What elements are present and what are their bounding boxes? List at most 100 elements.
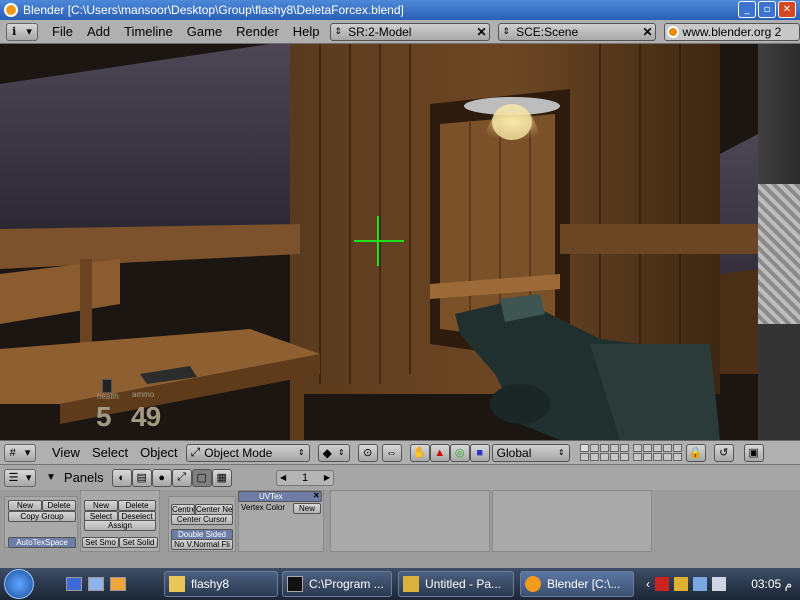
close-button[interactable]: ✕	[778, 1, 796, 18]
menu-game[interactable]: Game	[187, 24, 222, 39]
scene-selector[interactable]: ⇕ SCE:Scene ✕	[497, 22, 656, 41]
action-center-icon[interactable]	[674, 577, 688, 591]
object-tab[interactable]: ⤢	[171, 468, 192, 487]
uvtex-tab[interactable]: UVTex	[238, 491, 322, 502]
new-material-button[interactable]: New	[8, 500, 42, 511]
new-vertex-color-button[interactable]: New	[293, 503, 321, 514]
shading-icon: ●	[158, 471, 165, 484]
window-controls: _ ▫ ✕	[738, 1, 796, 18]
set-solid-button[interactable]: Set Solid	[119, 537, 158, 548]
network-icon[interactable]	[693, 577, 707, 591]
manipulator-toggle[interactable]: ✋	[409, 443, 430, 462]
3d-viewport[interactable]: health ammo 5 49	[0, 44, 758, 440]
set-smooth-button[interactable]: Set Smo	[82, 537, 119, 548]
delete-vgroup-button[interactable]: Delete	[118, 500, 156, 511]
pivot-button[interactable]: ⊙	[357, 443, 378, 462]
buttons-editor-type[interactable]: ☰ ▾	[4, 468, 36, 487]
delete-material-button[interactable]: Delete	[42, 500, 76, 511]
orientation-selector[interactable]: Global ⇕	[491, 443, 570, 462]
shading-tab[interactable]: ●	[151, 468, 172, 487]
task-paint[interactable]: Untitled - Pa...	[398, 571, 514, 597]
task-flashy8[interactable]: flashy8	[164, 571, 278, 597]
menu-render[interactable]: Render	[236, 24, 279, 39]
copy-group-button[interactable]: Copy Group	[8, 511, 76, 522]
vertex-color-label: Vertex Color	[241, 503, 286, 512]
translate-manipulator[interactable]: ▲	[429, 443, 450, 462]
increment-arrow-icon[interactable]: ▶	[324, 471, 330, 485]
scene-tab[interactable]: ▦	[211, 468, 232, 487]
screen-name[interactable]: SR:2-Model	[348, 25, 411, 39]
rotate-manipulator[interactable]: ◎	[449, 443, 470, 462]
show-desktop-icon[interactable]	[66, 577, 82, 591]
task-label: Blender [C:\...	[547, 577, 621, 591]
task-command-prompt[interactable]: C:\Program ...	[282, 571, 392, 597]
uvtex-close-icon[interactable]: ✕	[313, 491, 320, 500]
menu-object[interactable]: Object	[140, 445, 178, 460]
draw-type-selector[interactable]: ◆ ⇕	[317, 443, 350, 462]
menu-view[interactable]: View	[52, 445, 80, 460]
volume-icon[interactable]	[712, 577, 726, 591]
lock-button[interactable]: 🔒	[685, 443, 706, 462]
menu-help[interactable]: Help	[293, 24, 320, 39]
switch-windows-icon[interactable]	[88, 577, 104, 591]
orientation-label[interactable]: Global	[497, 446, 532, 460]
side-editor-type[interactable]: ▣	[743, 443, 764, 462]
snap-button[interactable]: ⇔	[381, 443, 402, 462]
crosshair-horizontal	[354, 240, 404, 242]
show-hidden-icons[interactable]: ‹	[646, 577, 650, 591]
blender-app-icon	[4, 3, 18, 17]
layer-buttons-a[interactable]	[579, 444, 629, 461]
object-icon: ⤢	[177, 471, 187, 483]
screen-browse-icon[interactable]: ⇕	[335, 26, 343, 37]
screen-selector[interactable]: ⇕ SR:2-Model ✕	[329, 22, 490, 41]
frame-number[interactable]: 1	[302, 472, 308, 484]
assign-button[interactable]: Assign	[84, 520, 156, 531]
layer-buttons-b[interactable]	[632, 444, 682, 461]
health-label: health	[97, 392, 119, 401]
center-cursor-button[interactable]: Center Cursor	[171, 514, 233, 525]
scene-delete-icon[interactable]: ✕	[641, 25, 655, 39]
side-viewport[interactable]	[758, 44, 800, 440]
no-v-normal-flip-toggle[interactable]: No V.Normal Fli	[171, 539, 233, 550]
security-icon[interactable]	[655, 577, 669, 591]
buttons-window-icon: ☰	[8, 472, 19, 484]
task-label: Untitled - Pa...	[425, 577, 502, 591]
script-tab[interactable]: ▤	[131, 468, 152, 487]
panels-menu[interactable]: Panels	[64, 470, 104, 485]
scale-manipulator[interactable]: ■	[469, 443, 490, 462]
view3d-editor-type[interactable]: # ▾	[4, 443, 36, 462]
menu-add[interactable]: Add	[87, 24, 110, 39]
decrement-arrow-icon[interactable]: ◀	[280, 471, 286, 485]
ring-icon: ◎	[454, 447, 465, 459]
blender-window: Blender [C:\Users\mansoor\Desktop\Group\…	[0, 0, 800, 600]
blender-url: www.blender.org 2	[663, 22, 800, 41]
menu-file[interactable]: File	[52, 24, 73, 39]
scene-name[interactable]: SCE:Scene	[516, 25, 578, 39]
frame-number-field[interactable]: ◀ 1 ▶	[276, 470, 334, 486]
editing-tab[interactable]: ▢	[191, 468, 212, 487]
mode-selector[interactable]: ⤢ Object Mode ⇕	[185, 443, 310, 462]
menu-select[interactable]: Select	[92, 445, 128, 460]
panels-collapse-icon[interactable]: ▼	[46, 472, 56, 483]
autotexspace-toggle[interactable]: AutoTexSpace	[8, 537, 76, 548]
grid-icon: #	[9, 446, 16, 459]
render-button[interactable]: ↺	[713, 443, 734, 462]
logic-tab[interactable]: ◐	[111, 468, 132, 487]
start-button[interactable]	[4, 569, 34, 599]
clock[interactable]: 03:05 م	[751, 577, 792, 591]
media-player-icon[interactable]	[110, 577, 126, 591]
square-icon: ■	[476, 446, 483, 459]
paint-icon	[403, 576, 419, 592]
new-vgroup-button[interactable]: New	[84, 500, 118, 511]
maximize-button[interactable]: ▫	[758, 1, 776, 18]
side-view-lower	[758, 324, 800, 440]
windows-taskbar: flashy8 C:\Program ... Untitled - Pa... …	[0, 568, 800, 600]
scene-browse-icon[interactable]: ⇕	[503, 26, 511, 37]
task-blender[interactable]: Blender [C:\...	[520, 571, 634, 597]
editor-type-menu[interactable]: ℹ ▾	[6, 22, 38, 41]
screen-delete-icon[interactable]: ✕	[475, 25, 489, 39]
minimize-button[interactable]: _	[738, 1, 756, 18]
mode-label[interactable]: Object Mode	[204, 446, 272, 460]
chevron-down-icon: ▾	[25, 472, 32, 484]
menu-timeline[interactable]: Timeline	[124, 24, 173, 39]
